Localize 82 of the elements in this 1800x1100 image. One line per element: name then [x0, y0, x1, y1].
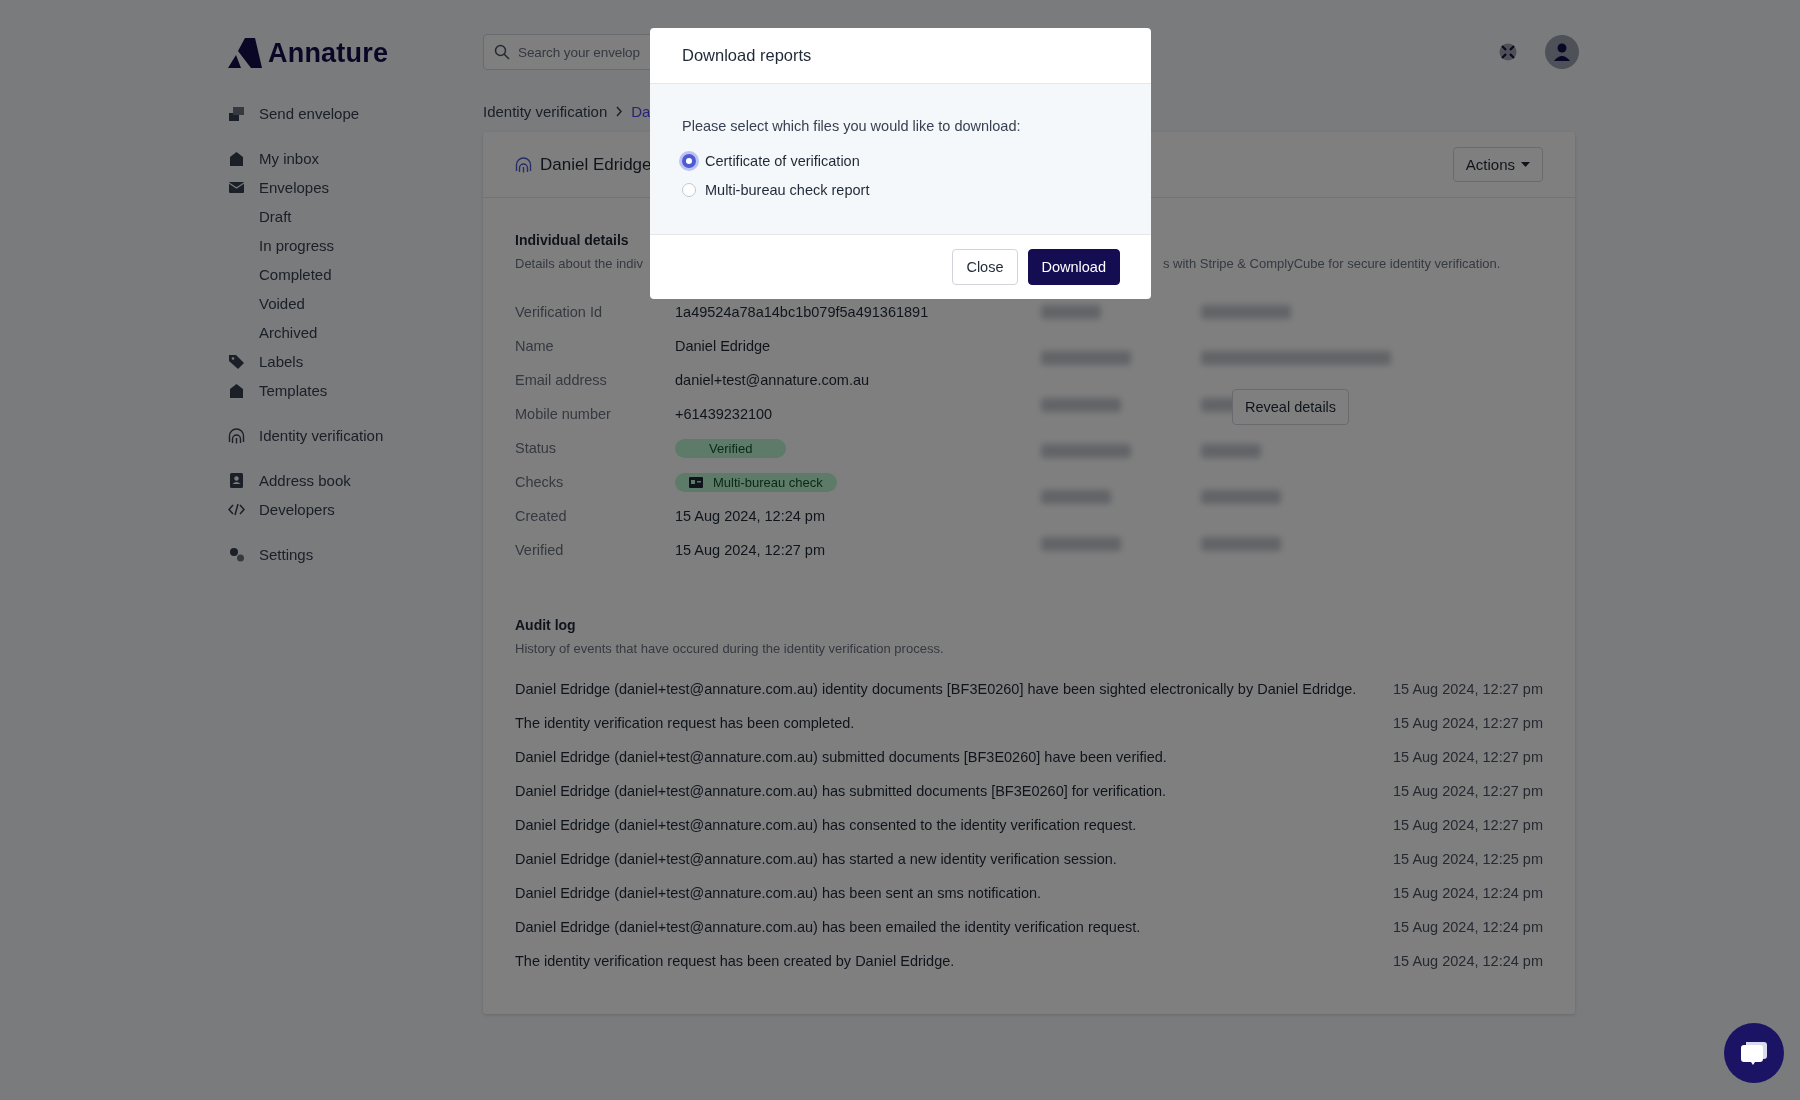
section-heading: Individual details: [515, 232, 630, 248]
sidebar-item[interactable]: Envelopes: [228, 173, 483, 202]
log-event: Daniel Edridge (daniel+test@annature.com.au) has submitted documents [BF3E0260] for verification.: [515, 783, 1167, 799]
log-time: 15 Aug 2024, 12:27 pm: [1393, 749, 1543, 765]
chat-icon: [1740, 1040, 1768, 1066]
field-value: +61439232100: [675, 405, 774, 424]
field-value: 15 Aug 2024, 12:27 pm: [675, 541, 826, 560]
radio-option[interactable]: Multi-bureau check report: [682, 175, 1119, 204]
sidebar-item[interactable]: Archived: [228, 318, 483, 347]
address-book-icon: [228, 472, 245, 489]
chat-button[interactable]: [1724, 1023, 1784, 1083]
logo-icon: [228, 38, 262, 68]
log-time: 15 Aug 2024, 12:24 pm: [1393, 953, 1543, 969]
log-event: Daniel Edridge (daniel+test@annature.com.au) has started a new identity verification session.: [515, 851, 1117, 867]
log-time: 15 Aug 2024, 12:27 pm: [1393, 715, 1543, 731]
page-title: Daniel Edridge: [540, 154, 652, 175]
log-event: Daniel Edridge (daniel+test@annature.com.au) has been sent an sms notification.: [515, 885, 1042, 901]
field-label: Status: [515, 439, 558, 458]
sidebar-item[interactable]: In progress: [228, 231, 483, 260]
breadcrumb-link[interactable]: Identity verification: [483, 103, 608, 120]
field-label: Verified: [515, 541, 565, 560]
sidebar-item[interactable]: Developers: [228, 495, 483, 524]
section-description: History of events that have occured during the identity verification process.: [515, 641, 945, 656]
sidebar-item[interactable]: Send envelope: [228, 99, 483, 128]
sidebar-item[interactable]: Address book: [228, 466, 483, 495]
section-description: s with Stripe & ComplyCube for secure identity verification.: [1162, 256, 1501, 271]
status-badge: Verified: [675, 438, 787, 458]
log-event: Daniel Edridge (daniel+test@annature.com.au) has consented to the identity verification request.: [515, 817, 1137, 833]
actions-button[interactable]: Actions: [1452, 147, 1543, 182]
code-icon: [228, 501, 245, 518]
sidebar-item[interactable]: Identity verification: [228, 421, 483, 450]
log-time: 15 Aug 2024, 12:25 pm: [1393, 851, 1543, 867]
sidebar-item[interactable]: Completed: [228, 260, 483, 289]
log-event: The identity verification request has been completed.: [515, 715, 855, 731]
log-event: Daniel Edridge (daniel+test@annature.com.au) has been emailed the identity verification request.: [515, 919, 1141, 935]
breadcrumb-link[interactable]: Da: [631, 103, 651, 120]
radio-button[interactable]: [682, 153, 696, 168]
modal-prompt: Please select which files you would like to download:: [682, 118, 1022, 134]
download-button[interactable]: Download: [1027, 249, 1120, 285]
sidebar-item[interactable]: My inbox: [228, 144, 483, 173]
field-label: Created: [515, 507, 568, 526]
field-value: daniel+test@annature.com.au: [675, 371, 871, 390]
id-card-icon: [689, 476, 703, 488]
log-time: 15 Aug 2024, 12:24 pm: [1393, 919, 1543, 935]
log-event: Daniel Edridge (daniel+test@annature.com.au) submitted documents [BF3E0260] have been verified.: [515, 749, 1167, 765]
sidebar-item[interactable]: Templates: [228, 376, 483, 405]
radio-option[interactable]: Certificate of verification: [682, 146, 1119, 175]
log-time: 15 Aug 2024, 12:27 pm: [1393, 817, 1543, 833]
tag-icon: [228, 353, 245, 370]
sidebar-item[interactable]: Draft: [228, 202, 483, 231]
log-event: Daniel Edridge (daniel+test@annature.com.au) identity documents [BF3E0260] have been sighted electronically by Daniel Edridge.: [515, 681, 1357, 697]
log-time: 15 Aug 2024, 12:24 pm: [1393, 885, 1543, 901]
sidebar-item[interactable]: Voided: [228, 289, 483, 318]
field-label: Checks: [515, 473, 565, 492]
fingerprint-icon: [515, 156, 532, 173]
log-time: 15 Aug 2024, 12:27 pm: [1393, 681, 1543, 697]
section-heading: Audit log: [515, 617, 577, 633]
search-icon: [494, 44, 510, 60]
avatar[interactable]: [1545, 35, 1579, 69]
field-value: Daniel Edridge: [675, 337, 772, 356]
fingerprint-icon: [228, 427, 245, 444]
user-icon: [1552, 42, 1572, 62]
sidebar-item[interactable]: Settings: [228, 540, 483, 569]
field-label: Verification Id: [515, 303, 604, 322]
chevron-icon: [615, 106, 624, 117]
help-icon: [1499, 43, 1517, 61]
envelope-icon: [228, 179, 245, 196]
log-event: The identity verification request has been created by Daniel Edridge.: [515, 953, 955, 969]
section-description: Details about the indiv: [515, 256, 643, 271]
caret-icon: [1521, 162, 1530, 167]
field-label: Mobile number: [515, 405, 612, 424]
radio-button[interactable]: [682, 182, 696, 197]
field-value: 1a49524a78a14bc1b079f5a491361891: [675, 303, 930, 322]
field-label: Email address: [515, 371, 608, 390]
field-label: Name: [515, 337, 555, 356]
sidebar-item[interactable]: Labels: [228, 347, 483, 376]
logo-wordmark: Annature: [268, 37, 389, 69]
field-value: 15 Aug 2024, 12:24 pm: [675, 507, 826, 526]
check-badge: Multi-bureau check: [675, 472, 837, 492]
log-time: 15 Aug 2024, 12:27 pm: [1393, 783, 1543, 799]
close-button[interactable]: Close: [952, 249, 1018, 285]
reveal-details-button[interactable]: Reveal details: [1232, 389, 1350, 425]
